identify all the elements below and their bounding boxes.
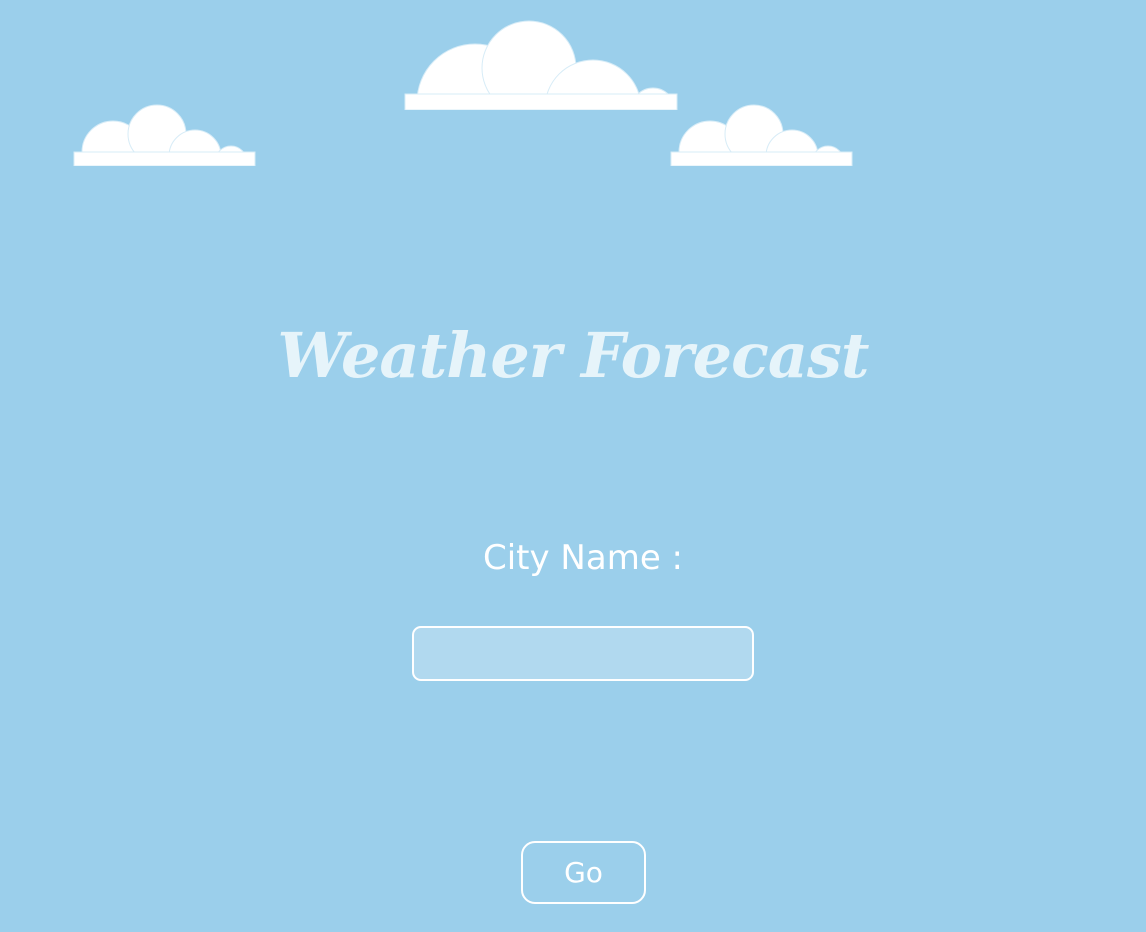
go-button[interactable]: Go xyxy=(521,841,646,904)
city-name-label: City Name : xyxy=(482,538,683,578)
cloud-icon xyxy=(670,104,853,166)
cloud-icon xyxy=(73,104,256,166)
cloud-icon xyxy=(404,20,678,110)
city-name-input[interactable] xyxy=(412,626,754,681)
page-title: Weather Forecast xyxy=(277,319,869,392)
